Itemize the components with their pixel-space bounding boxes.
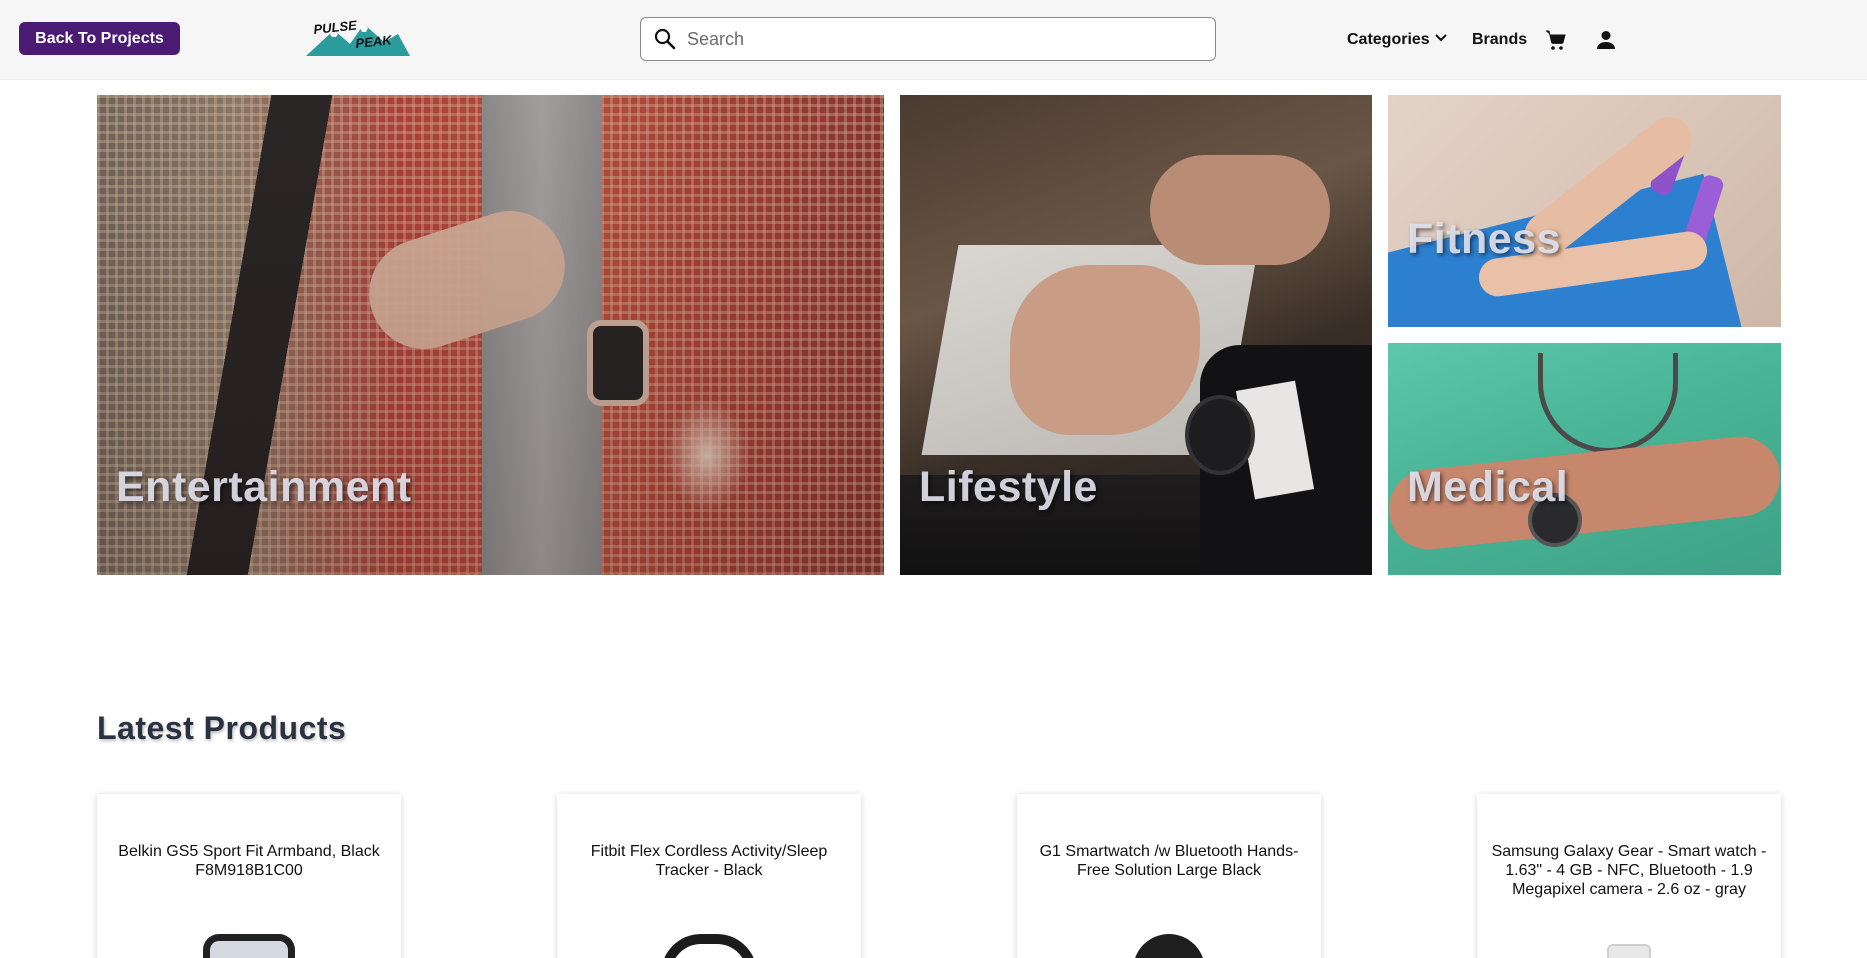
- product-image[interactable]: [1133, 934, 1205, 958]
- category-label-medical: Medical: [1407, 463, 1569, 511]
- product-title[interactable]: G1 Smartwatch /w Bluetooth Hands-Free So…: [1029, 842, 1309, 880]
- product-card[interactable]: Belkin GS5 Sport Fit Armband, Black F8M9…: [97, 794, 401, 958]
- hero-photo-watch: [1185, 395, 1255, 475]
- product-card[interactable]: Fitbit Flex Cordless Activity/Sleep Trac…: [557, 794, 861, 958]
- category-tile-medical[interactable]: Medical: [1388, 343, 1781, 575]
- product-title[interactable]: Belkin GS5 Sport Fit Armband, Black F8M9…: [109, 842, 389, 880]
- category-label-entertainment: Entertainment: [116, 463, 412, 511]
- nav-categories[interactable]: Categories: [1347, 0, 1448, 80]
- latest-products-heading: Latest Products: [97, 710, 347, 746]
- search-icon[interactable]: [643, 17, 687, 61]
- search-input[interactable]: [687, 19, 1215, 59]
- product-image[interactable]: [203, 934, 295, 958]
- logo-graphic: PULSE PEAK: [306, 18, 410, 56]
- svg-text:PULSE: PULSE: [313, 18, 358, 37]
- category-tile-entertainment[interactable]: Entertainment: [97, 95, 884, 575]
- chevron-down-icon: [1434, 31, 1448, 50]
- category-tile-lifestyle[interactable]: Lifestyle: [900, 95, 1372, 575]
- category-label-lifestyle: Lifestyle: [919, 463, 1098, 511]
- product-image[interactable]: [661, 934, 757, 958]
- product-title[interactable]: Fitbit Flex Cordless Activity/Sleep Trac…: [569, 842, 849, 880]
- product-card[interactable]: G1 Smartwatch /w Bluetooth Hands-Free So…: [1017, 794, 1321, 958]
- category-tile-fitness[interactable]: Fitness: [1388, 95, 1781, 327]
- product-image[interactable]: [1607, 944, 1651, 958]
- nav-brands-label: Brands: [1472, 31, 1528, 48]
- category-label-fitness: Fitness: [1407, 215, 1562, 263]
- nav-categories-label: Categories: [1347, 31, 1430, 48]
- nav-brands[interactable]: Brands: [1472, 0, 1527, 80]
- back-to-projects-button[interactable]: Back To Projects: [19, 22, 180, 55]
- cart-icon[interactable]: [1544, 0, 1568, 80]
- user-icon[interactable]: [1595, 0, 1617, 80]
- search-bar[interactable]: [640, 17, 1216, 61]
- product-card[interactable]: Samsung Galaxy Gear - Smart watch - 1.63…: [1477, 794, 1781, 958]
- pulse-peak-logo[interactable]: PULSE PEAK: [306, 18, 410, 56]
- product-title[interactable]: Samsung Galaxy Gear - Smart watch - 1.63…: [1489, 842, 1769, 899]
- top-header: Back To Projects PULSE PEAK Categories B…: [0, 0, 1867, 80]
